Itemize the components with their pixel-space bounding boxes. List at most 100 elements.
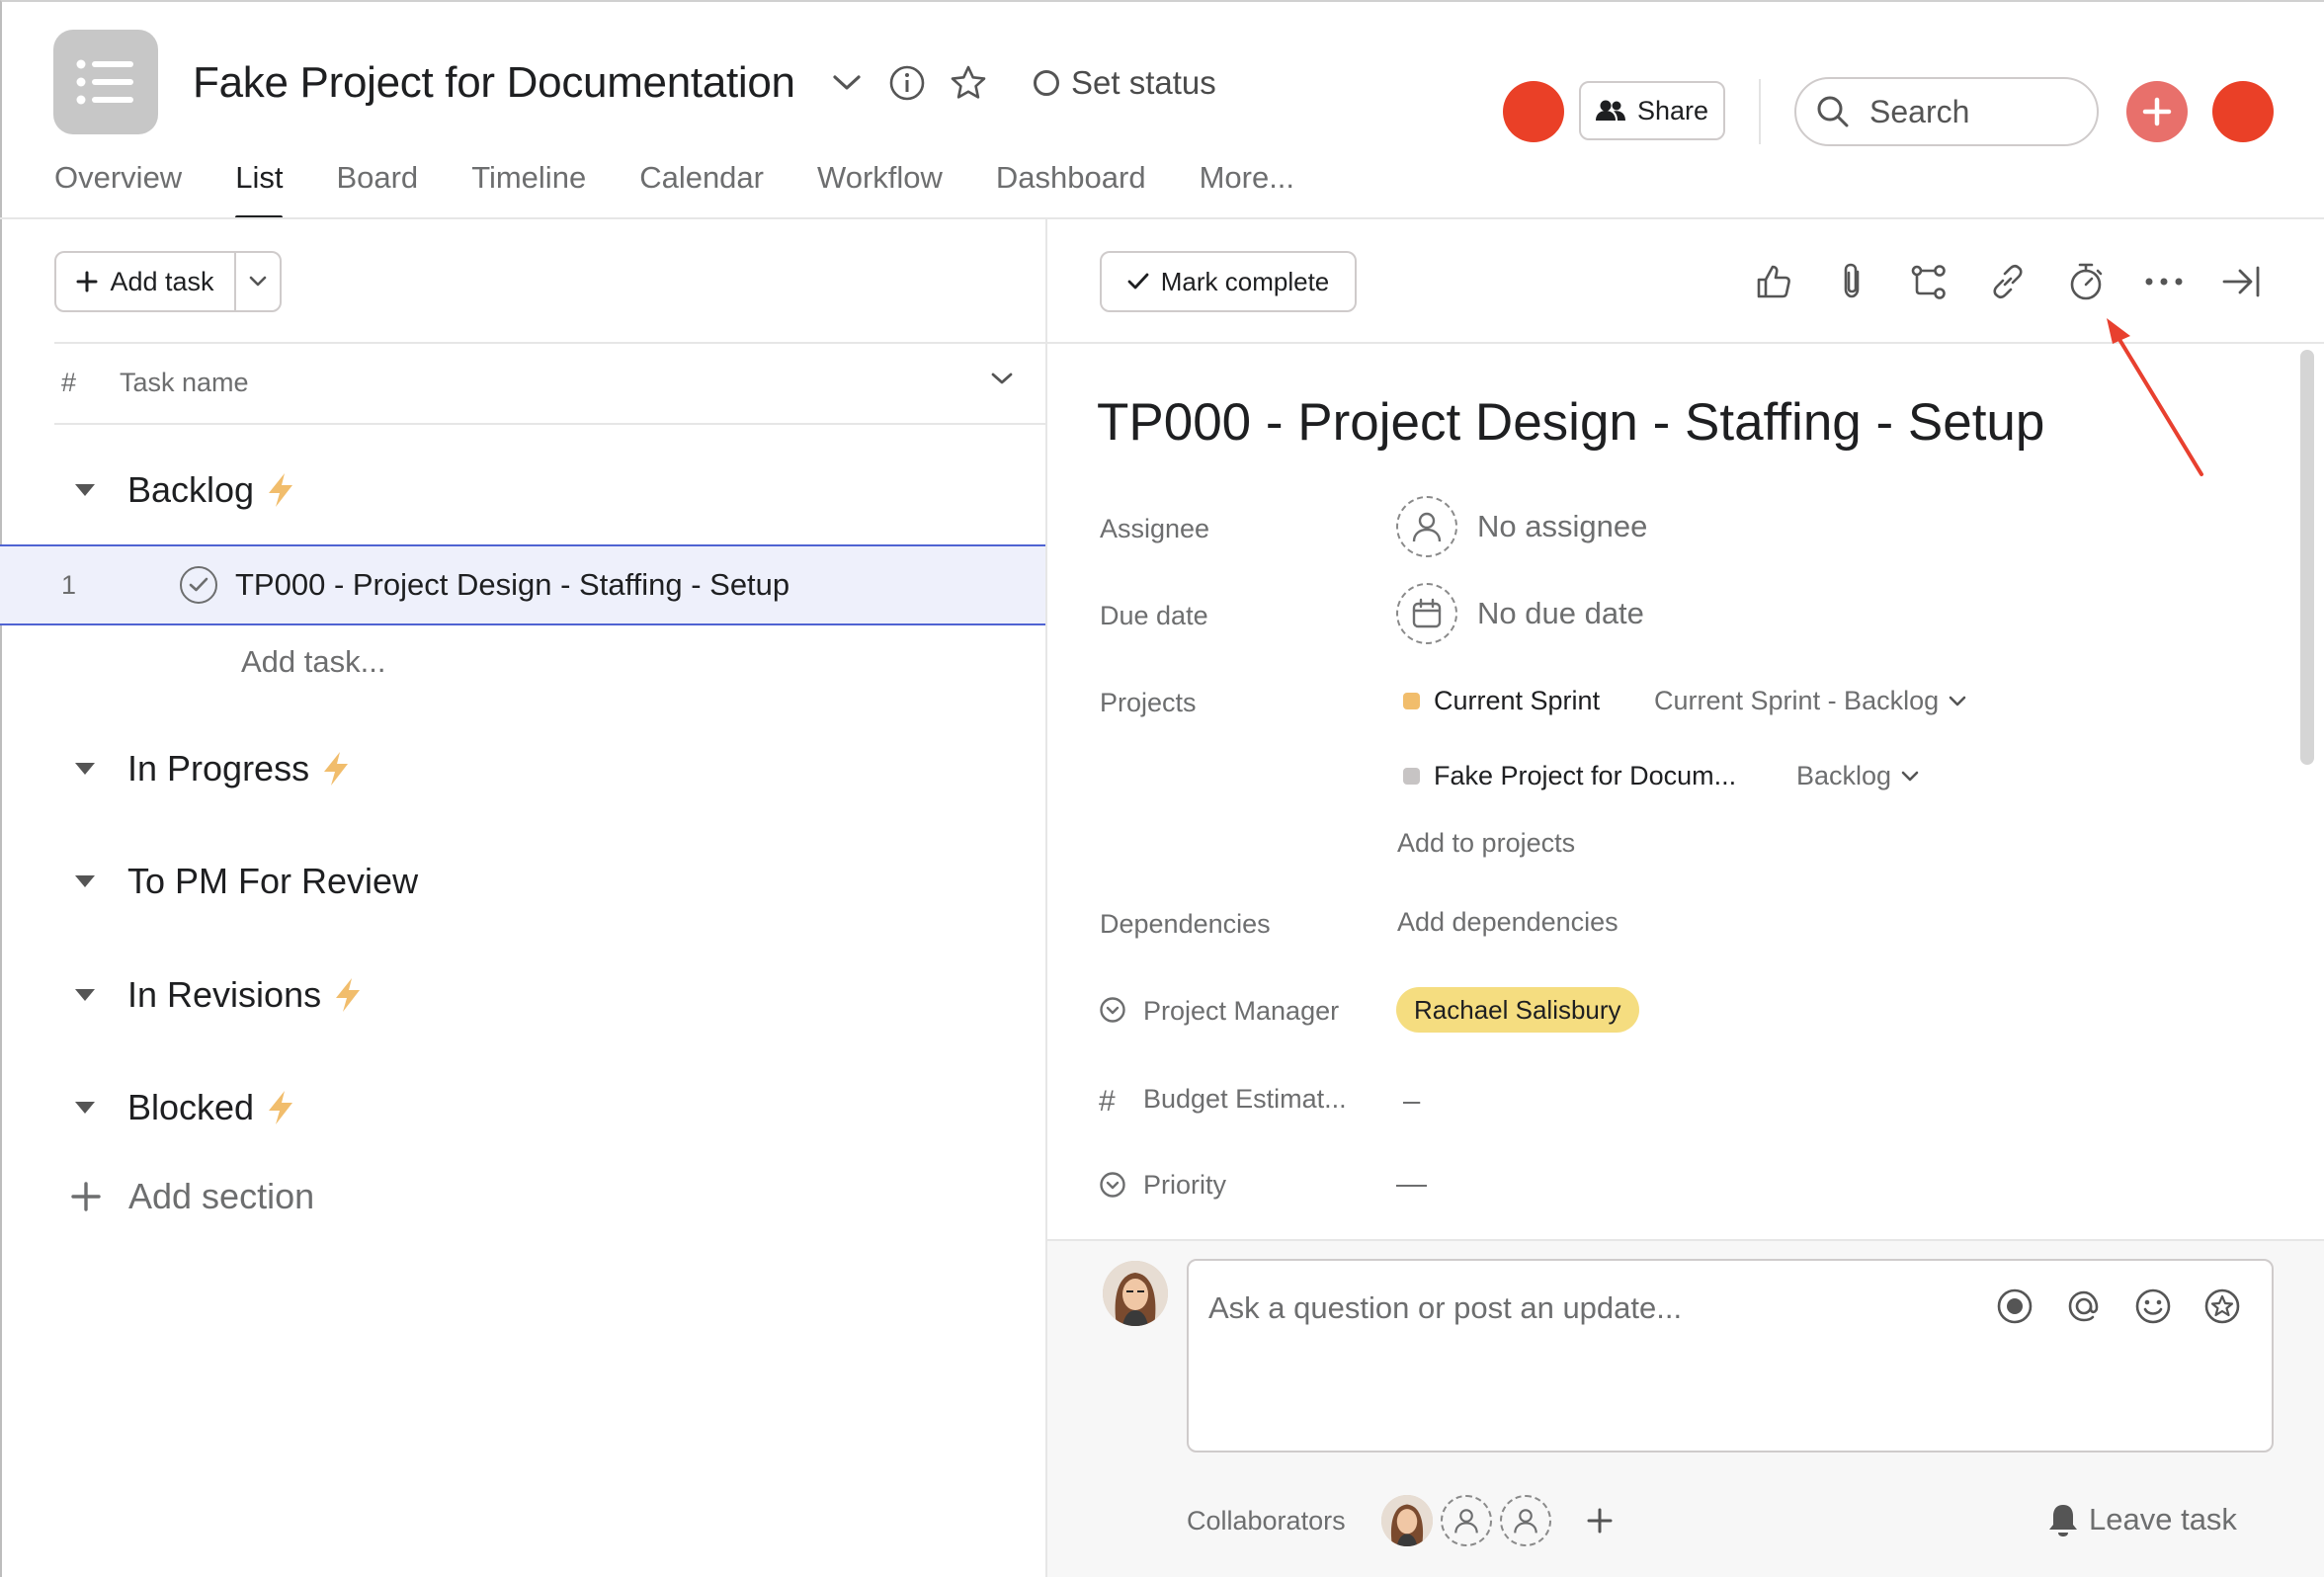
project-section-select[interactable]: Current Sprint - Backlog: [1654, 686, 1966, 716]
tab-timeline[interactable]: Timeline: [471, 154, 586, 217]
due-date-value: No due date: [1477, 596, 1644, 630]
project-section-select[interactable]: Backlog: [1796, 761, 1919, 791]
assignee-value: No assignee: [1477, 509, 1648, 543]
mark-complete-button[interactable]: Mark complete: [1100, 251, 1357, 312]
tab-list[interactable]: List: [235, 154, 284, 219]
add-section-button[interactable]: Add section: [71, 1176, 314, 1217]
task-name[interactable]: TP000 - Project Design - Staffing - Setu…: [235, 567, 789, 603]
record-icon[interactable]: [1995, 1286, 2034, 1326]
subtask-icon[interactable]: [1904, 256, 1955, 307]
more-icon[interactable]: [2138, 256, 2190, 307]
link-icon[interactable]: [1982, 256, 2034, 307]
project-section-value: Current Sprint - Backlog: [1654, 686, 1940, 715]
section-title[interactable]: In Progress: [127, 748, 309, 789]
assignee-label: Assignee: [1100, 514, 1210, 543]
share-button[interactable]: Share: [1579, 81, 1725, 140]
project-title[interactable]: Fake Project for Documentation: [193, 53, 795, 113]
tab-calendar[interactable]: Calendar: [639, 154, 764, 217]
column-number-header: #: [61, 368, 77, 397]
assignee-field[interactable]: No assignee: [1396, 496, 1647, 557]
budget-estimate-value[interactable]: –: [1403, 1083, 1420, 1119]
plus-icon: [76, 271, 98, 292]
tab-board[interactable]: Board: [336, 154, 418, 217]
collapse-triangle-icon[interactable]: [54, 874, 102, 888]
quick-add-button[interactable]: [2126, 81, 2188, 142]
project-section-value: Backlog: [1796, 761, 1892, 790]
plus-icon: [71, 1182, 101, 1211]
dependencies-label: Dependencies: [1100, 909, 1271, 939]
mention-icon[interactable]: [2064, 1286, 2104, 1326]
project-entry[interactable]: Fake Project for Docum...: [1403, 761, 1736, 791]
add-to-projects-link[interactable]: Add to projects: [1397, 828, 1575, 859]
thumbs-up-icon[interactable]: [1748, 256, 1799, 307]
task-title[interactable]: TP000 - Project Design - Staffing - Setu…: [1097, 387, 2044, 458]
leave-task-button[interactable]: Leave task: [2047, 1502, 2237, 1537]
column-header-divider: [54, 423, 1045, 425]
plus-icon: [2142, 97, 2172, 126]
projects-label: Projects: [1100, 688, 1197, 717]
search-input[interactable]: Search: [1794, 77, 2099, 146]
tab-dashboard[interactable]: Dashboard: [996, 154, 1146, 217]
chevron-down-icon: [249, 276, 267, 288]
add-task-button[interactable]: Add task: [56, 253, 234, 310]
table-row[interactable]: 1 TP000 - Project Design - Staffing - Se…: [0, 544, 1047, 625]
people-icon: [1595, 99, 1625, 123]
user-avatar[interactable]: [2212, 81, 2274, 142]
collapse-triangle-icon[interactable]: [54, 988, 102, 1002]
comment-input[interactable]: Ask a question or post an update...: [1187, 1259, 2274, 1452]
add-task-inline[interactable]: Add task...: [241, 644, 385, 680]
comment-placeholder: Ask a question or post an update...: [1208, 1290, 1683, 1325]
add-dependencies-link[interactable]: Add dependencies: [1397, 907, 1618, 938]
number-field-icon: #: [1099, 1085, 1116, 1118]
section-in-progress: In Progress: [54, 739, 351, 798]
member-avatar[interactable]: [1503, 81, 1564, 142]
detail-scrollbar[interactable]: [2300, 350, 2314, 765]
lightning-icon[interactable]: [333, 977, 363, 1013]
complete-checkmark-icon[interactable]: [180, 566, 217, 604]
paperclip-icon[interactable]: [1826, 256, 1877, 307]
collapse-triangle-icon[interactable]: [54, 762, 102, 776]
tab-more[interactable]: More...: [1200, 154, 1294, 217]
project-manager-label: Project Manager: [1143, 996, 1340, 1026]
add-task-dropdown[interactable]: [234, 253, 280, 310]
section-to-pm-for-review: To PM For Review: [54, 852, 418, 911]
project-entry[interactable]: Current Sprint: [1403, 686, 1600, 716]
column-task-name-header[interactable]: Task name: [120, 368, 249, 398]
chevron-down-icon[interactable]: [825, 61, 869, 105]
collaborator-avatar[interactable]: [1381, 1495, 1433, 1546]
column-options-chevron-icon[interactable]: [990, 372, 1014, 385]
search-icon: [1816, 95, 1850, 128]
current-user-avatar: [1103, 1261, 1168, 1326]
project-tabs: Overview List Board Timeline Calendar Wo…: [54, 154, 1348, 219]
close-panel-icon[interactable]: [2216, 256, 2268, 307]
set-status-label: Set status: [1071, 64, 1216, 101]
priority-value[interactable]: —: [1396, 1166, 1427, 1202]
section-title[interactable]: In Revisions: [127, 974, 321, 1016]
person-icon: [1396, 496, 1457, 557]
leave-task-label: Leave task: [2089, 1502, 2237, 1536]
add-collaborator-plus-icon[interactable]: [1587, 1508, 1613, 1534]
collapse-triangle-icon[interactable]: [54, 483, 102, 497]
section-title[interactable]: Blocked: [127, 1087, 254, 1128]
set-status-button[interactable]: Set status: [1034, 61, 1216, 105]
collapse-triangle-icon[interactable]: [54, 1101, 102, 1115]
lightning-icon[interactable]: [266, 1090, 295, 1125]
project-manager-pill[interactable]: Rachael Salisbury: [1396, 987, 1639, 1033]
lightning-icon[interactable]: [321, 751, 351, 787]
section-title[interactable]: Backlog: [127, 469, 254, 511]
tab-overview[interactable]: Overview: [54, 154, 182, 217]
project-list-icon[interactable]: [53, 30, 158, 134]
emoji-icon[interactable]: [2133, 1286, 2173, 1326]
person-icon[interactable]: [1500, 1495, 1551, 1546]
due-date-label: Due date: [1100, 601, 1208, 630]
appreciation-star-icon[interactable]: [2202, 1286, 2242, 1326]
section-title[interactable]: To PM For Review: [127, 861, 418, 902]
info-icon[interactable]: [885, 61, 929, 105]
tab-workflow[interactable]: Workflow: [817, 154, 943, 217]
person-icon[interactable]: [1441, 1495, 1492, 1546]
lightning-icon[interactable]: [266, 472, 295, 508]
project-color-dot: [1403, 693, 1420, 709]
stopwatch-icon[interactable]: [2060, 256, 2112, 307]
due-date-field[interactable]: No due date: [1396, 583, 1644, 644]
star-icon[interactable]: [947, 61, 990, 105]
